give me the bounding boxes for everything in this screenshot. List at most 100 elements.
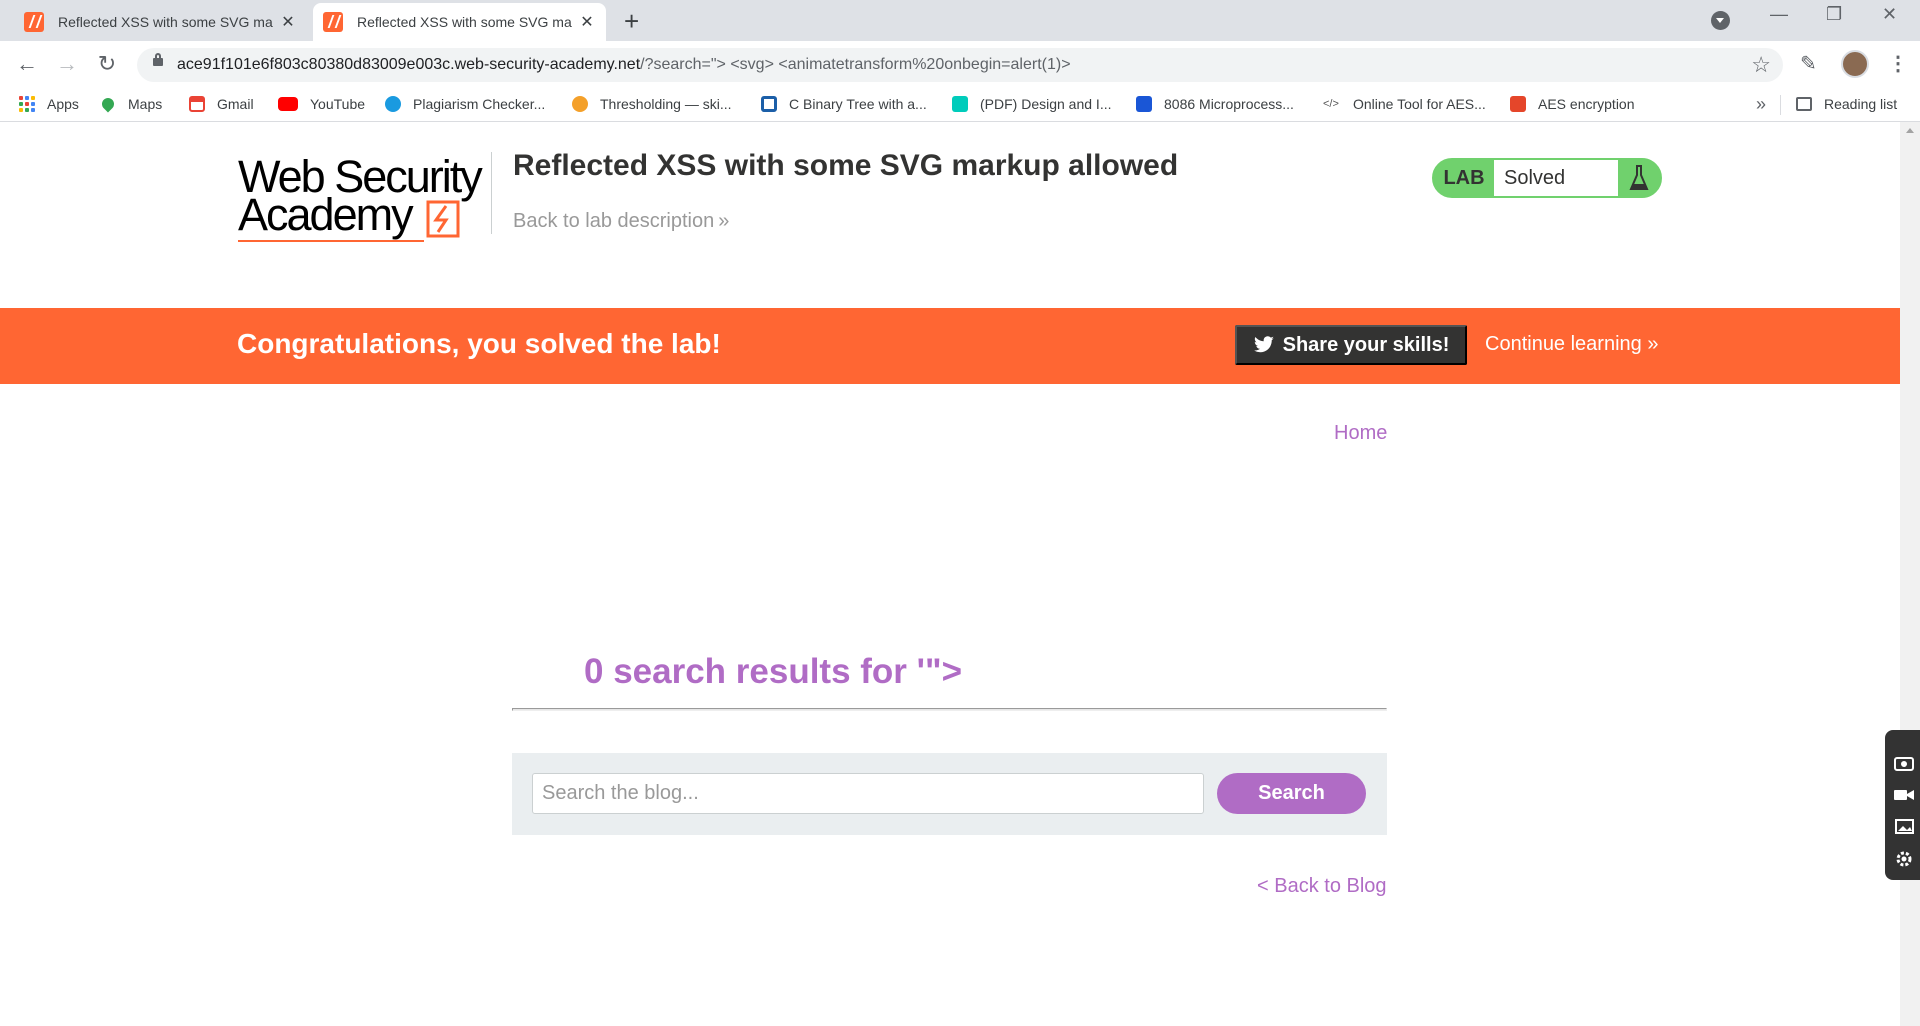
minimize-icon[interactable]: — (1770, 4, 1788, 25)
browser-tab-2[interactable]: Reflected XSS with some SVG ma ✕ (313, 3, 606, 41)
code-icon: </> (1323, 96, 1341, 112)
close-window-icon[interactable]: ✕ (1882, 4, 1897, 25)
bookmark-label: YouTube (310, 96, 366, 112)
bookmark-star-icon[interactable]: ☆ (1751, 52, 1771, 78)
solved-message: Congratulations, you solved the lab! (237, 328, 721, 359)
profile-avatar[interactable] (1841, 50, 1869, 78)
aes-icon (1510, 96, 1526, 112)
lab-title: Reflected XSS with some SVG markup allow… (513, 149, 1179, 182)
microprocessor-icon (1136, 96, 1152, 112)
url-host: ace91f101e6f803c80380d83009e003c.web-sec… (177, 56, 641, 73)
bookmark-pdf-design[interactable]: (PDF) Design and I... (952, 96, 1112, 112)
double-chevron-icon: » (718, 210, 730, 232)
bookmark-label: Apps (47, 96, 79, 112)
back-to-blog-link[interactable]: < Back to Blog (1257, 875, 1387, 898)
bookmark-label: AES encryption (1538, 96, 1635, 112)
portswigger-favicon-icon (323, 12, 343, 32)
bookmark-apps[interactable]: Apps (19, 96, 79, 112)
search-input[interactable] (532, 773, 1204, 814)
plagiarism-icon (385, 96, 401, 112)
bookmarks-divider (1780, 95, 1781, 115)
browser-menu-icon[interactable]: ⋮ (1888, 51, 1908, 76)
blog-search-form: Search (512, 753, 1387, 835)
screen-capture-widget (1885, 730, 1920, 880)
lab-badge: LAB (1443, 167, 1485, 189)
binary-tree-icon (761, 96, 777, 112)
bookmark-aes-encryption[interactable]: AES encryption (1510, 96, 1635, 112)
bookmark-8086[interactable]: 8086 Microprocess... (1136, 96, 1294, 112)
bookmark-youtube[interactable]: YouTube (278, 96, 365, 112)
back-arrow-icon[interactable]: ← (12, 49, 42, 79)
camera-icon[interactable] (1893, 754, 1915, 772)
new-tab-icon[interactable]: + (624, 6, 639, 37)
settings-gear-icon[interactable] (1893, 850, 1915, 868)
bookmark-label: (PDF) Design and I... (980, 96, 1112, 112)
bookmark-aes-tool[interactable]: </> Online Tool for AES... (1323, 96, 1486, 112)
skimage-icon (572, 96, 588, 112)
share-skills-button[interactable]: Share your skills! (1235, 325, 1467, 365)
bookmark-label: C Binary Tree with a... (789, 96, 927, 112)
congratulations-banner: Congratulations, you solved the lab! Sha… (0, 308, 1900, 384)
reading-list-icon (1796, 97, 1812, 111)
video-camera-icon[interactable] (1893, 786, 1915, 804)
url-path: /?search="> <svg> <animatetransform%20on… (640, 56, 1071, 73)
bookmark-label: 8086 Microprocess... (1164, 96, 1294, 112)
share-label: Share your skills! (1282, 333, 1450, 356)
maps-icon (99, 95, 117, 113)
researchgate-icon (952, 96, 968, 112)
gallery-icon[interactable] (1893, 818, 1915, 836)
extensions-puzzle-icon[interactable]: ✎ (1800, 51, 1817, 76)
apps-grid-icon (19, 96, 35, 112)
scroll-up-arrow-icon[interactable] (1906, 128, 1914, 133)
forward-arrow-icon[interactable]: → (52, 49, 82, 79)
search-button[interactable]: Search (1217, 773, 1366, 814)
double-chevron-icon: » (1647, 333, 1659, 355)
restore-icon[interactable]: ❐ (1826, 4, 1842, 25)
bookmark-label: Maps (128, 96, 163, 112)
bookmark-thresholding[interactable]: Thresholding — ski... (572, 96, 732, 112)
web-security-academy-logo[interactable]: Web Security Academy (238, 154, 483, 242)
tab-strip: Reflected XSS with some SVG ma ✕ Reflect… (0, 0, 1920, 41)
close-tab-icon[interactable]: ✕ (578, 12, 596, 32)
bookmark-label: Plagiarism Checker... (413, 96, 546, 112)
bookmark-label: Thresholding — ski... (600, 96, 732, 112)
portswigger-favicon-icon (24, 12, 44, 32)
bookmark-gmail[interactable]: Gmail (189, 96, 254, 112)
tab-title: Reflected XSS with some SVG ma (58, 14, 273, 30)
continue-learning-link[interactable]: Continue learning » (1485, 333, 1658, 356)
twitter-icon (1253, 336, 1274, 353)
lightning-logo-icon (426, 200, 460, 238)
lab-status-text: Solved (1494, 160, 1618, 196)
lab-status-widget: LAB Solved (1432, 158, 1662, 198)
tab-search-icon[interactable] (1711, 11, 1730, 30)
bookmark-plagiarism[interactable]: Plagiarism Checker... (385, 96, 545, 112)
close-tab-icon[interactable]: ✕ (279, 12, 297, 32)
continue-label: Continue learning (1485, 333, 1642, 355)
bookmark-binary-tree[interactable]: C Binary Tree with a... (761, 96, 927, 112)
search-results-heading: 0 search results for '"> (584, 652, 963, 691)
bookmark-label: Gmail (217, 96, 254, 112)
youtube-icon (278, 97, 298, 111)
home-link[interactable]: Home (1334, 422, 1387, 445)
address-bar[interactable]: ace91f101e6f803c80380d83009e003c.web-sec… (137, 48, 1783, 82)
gmail-icon (189, 96, 205, 112)
page-scrollbar[interactable] (1900, 122, 1920, 1026)
bookmark-label: Online Tool for AES... (1353, 96, 1486, 112)
results-divider (512, 708, 1387, 711)
bookmarks-bar: Apps Maps Gmail YouTube Plagiarism Check… (0, 88, 1920, 122)
more-bookmarks-icon[interactable]: » (1756, 94, 1766, 115)
reading-list[interactable]: Reading list (1796, 96, 1897, 112)
reload-icon[interactable]: ↻ (92, 49, 122, 79)
logo-text-line2: Academy (238, 189, 414, 240)
url-text[interactable]: ace91f101e6f803c80380d83009e003c.web-sec… (177, 56, 1071, 74)
header-divider (491, 152, 492, 234)
bookmark-maps[interactable]: Maps (99, 95, 163, 113)
lab-page: Web Security Academy Reflected XSS with … (0, 122, 1900, 1026)
tab-title: Reflected XSS with some SVG ma (357, 14, 572, 30)
back-link-label: Back to lab description (513, 210, 715, 232)
logo-underline (238, 240, 424, 242)
browser-tab-1[interactable]: Reflected XSS with some SVG ma ✕ (14, 3, 307, 41)
browser-toolbar: ← → ↻ ace91f101e6f803c80380d83009e003c.w… (0, 41, 1920, 88)
back-to-lab-description-link[interactable]: Back to lab description» (513, 210, 729, 233)
lock-icon (153, 53, 163, 66)
